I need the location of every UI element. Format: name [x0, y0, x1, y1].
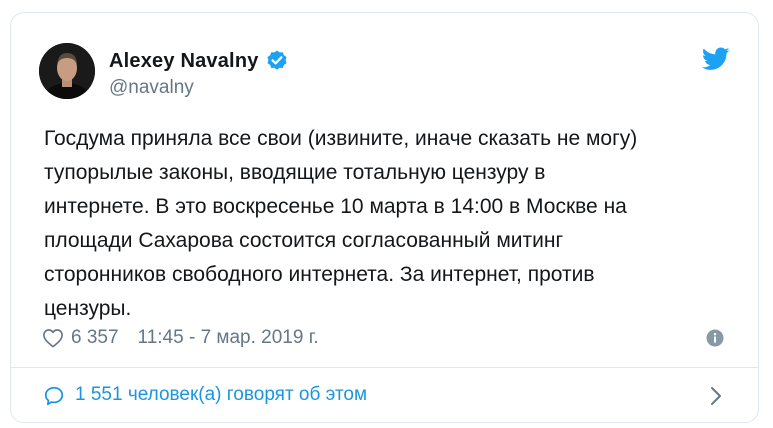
heart-icon[interactable] — [42, 328, 64, 348]
author-name[interactable]: Alexey Navalny — [109, 50, 259, 73]
tweet-card[interactable]: Alexey Navalny @navalny Госдума приняла … — [10, 12, 759, 423]
verified-badge-icon — [265, 49, 289, 73]
info-icon[interactable] — [706, 329, 724, 347]
avatar-image — [39, 43, 95, 99]
conversation-count-label[interactable]: 1 551 человек(а) говорят об этом — [75, 384, 367, 406]
avatar[interactable] — [39, 43, 95, 99]
like-count[interactable]: 6 357 — [71, 327, 119, 349]
twitter-bird-icon[interactable] — [701, 47, 730, 71]
tweet-text: Госдума приняла все свои (извините, инач… — [44, 127, 638, 320]
tweet-timestamp[interactable]: 11:45 - 7 мар. 2019 г. — [138, 327, 319, 349]
author-handle[interactable]: @navalny — [109, 77, 194, 99]
chevron-right-icon[interactable] — [710, 386, 722, 406]
speech-bubble-icon — [43, 385, 65, 407]
conversation-link[interactable]: 1 551 человек(а) говорят об этом — [11, 368, 758, 424]
